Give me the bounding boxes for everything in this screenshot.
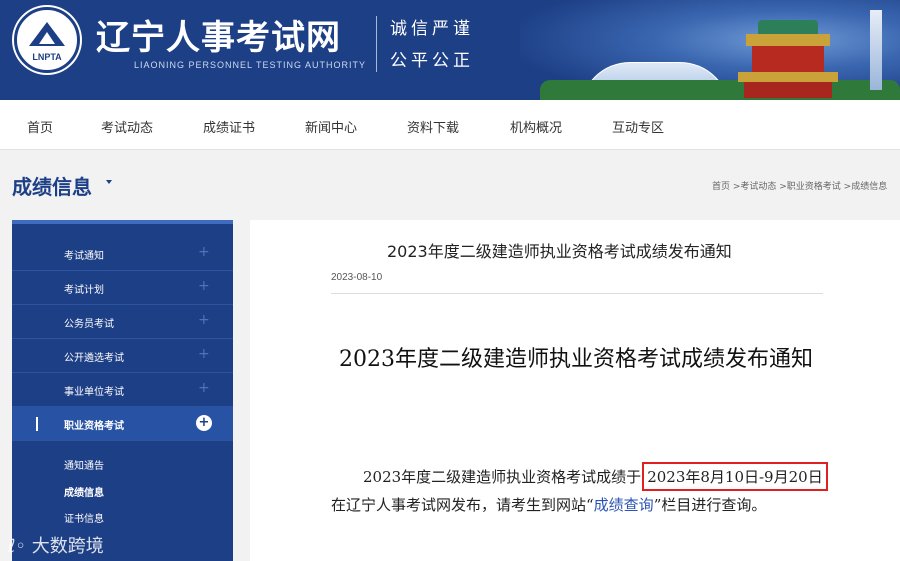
site-subtitle: LIAONING PERSONNEL TESTING AUTHORITY [134,60,367,70]
nav-exam-news[interactable]: 考试动态 [101,117,153,136]
sidebar-item-label: 公务员考试 [64,319,114,330]
plus-icon[interactable]: + [198,312,210,328]
watermark-logo-icon: ℓ◦ [8,536,27,557]
motto-line-1: 诚信严谨 [390,19,474,39]
sidebar-item-professional-qualification[interactable]: 职业资格考试 + [12,407,233,441]
sidebar: 考试通知 + 考试计划 + 公务员考试 + 公开遴选考试 + 事业单位考试 + … [12,220,233,561]
sidebar-item-label: 考试通知 [64,251,104,262]
nav-scores-certificates[interactable]: 成绩证书 [203,117,255,136]
sidebar-item-label: 公开遴选考试 [64,353,124,364]
caret-down-icon[interactable] [106,180,112,184]
site-logo[interactable]: LNPTA [14,7,80,73]
motto-line-2: 公平公正 [390,51,474,71]
header-banner: LNPTA 辽宁人事考试网 LIAONING PERSONNEL TESTING… [0,0,900,100]
plus-circle-icon[interactable]: + [196,415,212,431]
nav-interactive[interactable]: 互动专区 [612,117,664,136]
sidebar-item-public-institution[interactable]: 事业单位考试 + [12,373,233,407]
trees-image [540,80,900,100]
site-title[interactable]: 辽宁人事考试网 [96,10,341,59]
sidebar-item-label: 职业资格考试 [64,421,124,432]
breadcrumb[interactable]: 首页 >考试动态 >职业资格考试 >成绩信息 [712,179,887,192]
article-paragraph-2: 在辽宁人事考试网发布，请考生到网站“成绩查询”栏目进行查询。 [331,494,766,515]
article-paragraph-1: 2023年度二级建造师执业资格考试成绩于 2023年8月10日-9月20日 [363,462,828,491]
sidebar-item-selection-exam[interactable]: 公开遴选考试 + [12,339,233,373]
paragraph-text: 在辽宁人事考试网发布，请考生到网站“ [331,496,594,514]
nav-home[interactable]: 首页 [27,117,53,136]
score-query-link[interactable]: 成绩查询 [594,496,654,514]
sidebar-item-label: 事业单位考试 [64,387,124,398]
header-divider [376,16,377,72]
watermark: ℓ◦ 大数跨境 [8,532,104,558]
article-title: 2023年度二级建造师执业资格考试成绩发布通知 [387,242,732,261]
sidebar-item-civil-service[interactable]: 公务员考试 + [12,305,233,339]
nav-about[interactable]: 机构概况 [510,117,562,136]
sidebar-subitem-scores[interactable]: 成绩信息 [64,484,104,499]
nav-news-center[interactable]: 新闻中心 [305,117,357,136]
sidebar-subitem-certificates[interactable]: 证书信息 [64,510,104,525]
paragraph-text: 2023年度二级建造师执业资格考试成绩于 [363,468,642,486]
sidebar-subitem-notices[interactable]: 通知通告 [64,457,104,472]
logo-text: LNPTA [32,52,62,62]
date-range-highlight: 2023年8月10日-9月20日 [642,462,828,491]
active-indicator [36,417,38,431]
article-heading: 2023年度二级建造师执业资格考试成绩发布通知 [339,347,813,372]
nav-downloads[interactable]: 资料下载 [407,117,459,136]
plus-icon[interactable]: + [198,244,210,260]
article-divider [331,293,823,294]
watermark-text: 大数跨境 [31,536,104,557]
sidebar-item-exam-notices[interactable]: 考试通知 + [12,237,233,271]
plus-icon[interactable]: + [198,380,210,396]
article-date: 2023-08-10 [331,272,383,283]
sidebar-item-label: 考试计划 [64,285,104,296]
paragraph-text: ”栏目进行查询。 [653,496,767,514]
main-nav: 首页 考试动态 成绩证书 新闻中心 资料下载 机构概况 互动专区 [0,100,900,150]
plus-icon[interactable]: + [198,278,210,294]
tower-image [870,10,882,90]
pavilion-image [738,20,838,98]
sidebar-item-exam-plan[interactable]: 考试计划 + [12,271,233,305]
plus-icon[interactable]: + [198,346,210,362]
section-title[interactable]: 成绩信息 [12,171,92,200]
